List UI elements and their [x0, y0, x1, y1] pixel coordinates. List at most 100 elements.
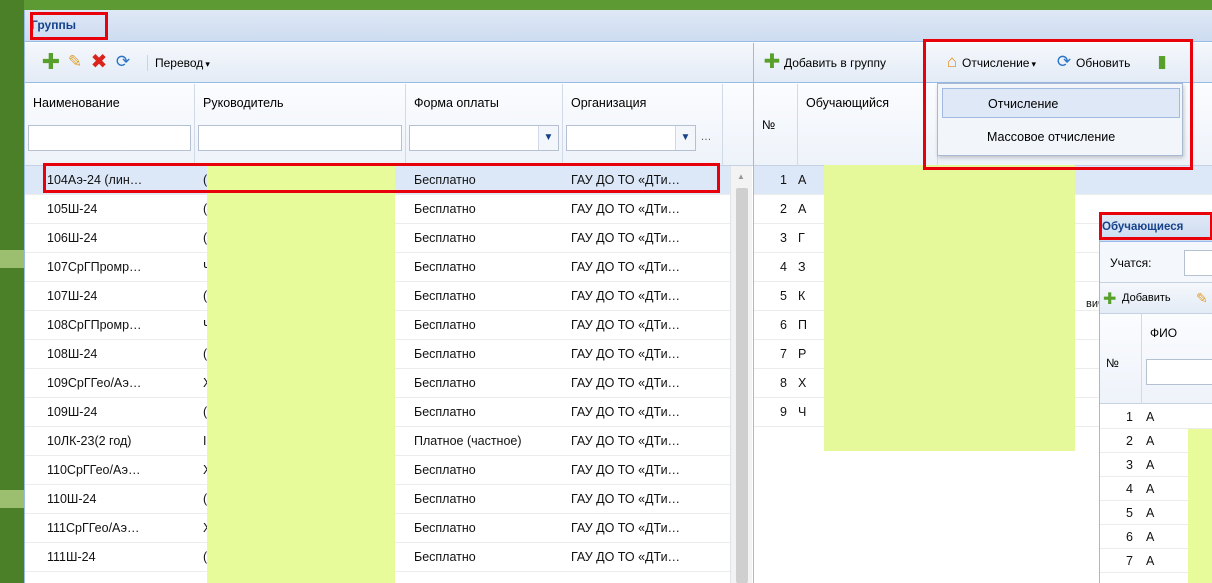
table-cell: Бесплатно [414, 463, 476, 477]
extra-icon[interactable]: ▮ [1152, 52, 1172, 72]
table-cell: 10ЛК-23(2 год) [47, 434, 132, 448]
menu-item-expel[interactable]: Отчисление [942, 88, 1180, 118]
expel-button[interactable]: Отчисление ▾ [962, 53, 1036, 73]
groups-toolbar: ✚ ✎ ✖ ⟳ Перевод ▾ [25, 43, 753, 83]
transfer-button[interactable]: Перевод ▾ [155, 53, 210, 73]
column-name[interactable]: Наименование [25, 84, 195, 166]
filter-name-input[interactable] [28, 125, 191, 151]
table-cell: ГАУ ДО ТО «ДТи… [571, 405, 681, 419]
table-cell: Бесплатно [414, 550, 476, 564]
filter-org-select[interactable]: ▼ [566, 125, 696, 151]
edit-pencil-icon[interactable]: ✎ [1196, 290, 1208, 307]
table-cell: ГАУ ДО ТО «ДТи… [571, 289, 681, 303]
row-number: 4 [1126, 482, 1133, 496]
chevron-down-icon[interactable]: ▼ [538, 126, 558, 150]
table-cell: Бесплатно [414, 492, 476, 506]
redacted-block [1188, 429, 1212, 583]
table-cell: Бесплатно [414, 521, 476, 535]
table-cell: Бесплатно [414, 260, 476, 274]
learners-toolbar: ✚ Добавить ✎ [1100, 282, 1212, 314]
table-cell: 109Ш-24 [47, 405, 98, 419]
row-number: 2 [780, 202, 787, 216]
table-cell: ГАУ ДО ТО «ДТи… [571, 492, 681, 506]
strip-band [0, 490, 24, 508]
groups-title: Группы [31, 18, 76, 32]
column-label: ФИО [1150, 326, 1178, 340]
learner-name: А [1146, 554, 1155, 568]
table-cell: 107СрГПромр… [47, 260, 142, 274]
chevron-down-icon[interactable]: ▼ [675, 126, 695, 150]
table-cell: 105Ш-24 [47, 202, 98, 216]
table-cell: Платное (частное) [414, 434, 522, 448]
learners-filter-bar: Учатся: [1100, 242, 1212, 282]
studying-label: Учатся: [1110, 256, 1152, 270]
table-cell: ГАУ ДО ТО «ДТи… [571, 260, 681, 274]
refresh-button[interactable]: Обновить [1076, 53, 1130, 73]
students-toolbar: ✚ Добавить в группу ⌂ Отчисление ▾ ⟳ Обно… [754, 43, 1212, 83]
strip-band [0, 250, 24, 268]
table-cell: 111СрГГео/Аэ… [47, 521, 140, 535]
table-cell: 108СрГПромр… [47, 318, 142, 332]
column-label: № [762, 118, 776, 132]
groups-scrollbar[interactable]: ▲ [730, 166, 752, 583]
learner-name: А [1146, 458, 1155, 472]
table-cell: 108Ш-24 [47, 347, 98, 361]
table-row[interactable]: 1А [1100, 405, 1212, 429]
row-number: 6 [1126, 530, 1133, 544]
table-cell: 107Ш-24 [47, 289, 98, 303]
column-num[interactable]: № [754, 84, 798, 166]
table-cell: ГАУ ДО ТО «ДТи… [571, 463, 681, 477]
table-cell: ГАУ ДО ТО «ДТи… [571, 434, 681, 448]
row-number: 8 [780, 376, 787, 390]
learners-title: Обучающиеся [1102, 221, 1184, 233]
left-strip [0, 0, 24, 583]
learners-titlebar: Обучающиеся [1100, 215, 1212, 242]
column-student[interactable]: Обучающийся [798, 84, 938, 166]
column-org[interactable]: Организация ▼ … [563, 84, 723, 166]
dropdown-arrow-icon: ▾ [205, 59, 210, 69]
add-to-group-button[interactable]: Добавить в группу [784, 53, 886, 73]
groups-titlebar: Группы [25, 10, 1212, 42]
table-cell: Бесплатно [414, 173, 476, 187]
learner-name: А [1146, 482, 1155, 496]
more-dots-icon[interactable]: … [697, 125, 715, 151]
filter-payment-select[interactable]: ▼ [409, 125, 559, 151]
expel-menu: Отчисление Массовое отчисление [937, 83, 1183, 156]
refresh-icon[interactable]: ⟳ [113, 52, 133, 72]
table-cell: ГАУ ДО ТО «ДТи… [571, 550, 681, 564]
scroll-thumb[interactable] [736, 188, 748, 583]
column-label: Руководитель [203, 96, 284, 110]
table-cell: ГАУ ДО ТО «ДТи… [571, 347, 681, 361]
learners-add-button[interactable]: Добавить [1122, 292, 1171, 304]
row-number: 1 [780, 173, 787, 187]
learners-grid-header: № ФИО [1100, 314, 1212, 404]
studying-select[interactable] [1184, 250, 1212, 276]
table-cell: Бесплатно [414, 318, 476, 332]
add-plus-icon[interactable]: ✚ [41, 51, 61, 73]
table-cell: Бесплатно [414, 231, 476, 245]
toolbar-separator [147, 55, 148, 71]
menu-item-mass-expel[interactable]: Массовое отчисление [942, 122, 1180, 152]
edit-pencil-icon[interactable]: ✎ [65, 52, 85, 72]
column-payment[interactable]: Форма оплаты ▼ [406, 84, 563, 166]
table-cell: 106Ш-24 [47, 231, 98, 245]
row-number: 3 [780, 231, 787, 245]
row-number: 1 [1126, 410, 1133, 424]
table-cell: ГАУ ДО ТО «ДТи… [571, 318, 681, 332]
delete-icon[interactable]: ✖ [89, 52, 109, 72]
filter-leader-input[interactable] [198, 125, 402, 151]
column-num[interactable]: № [1100, 314, 1142, 404]
table-cell: 111Ш-24 [47, 550, 96, 564]
learner-name: А [1146, 530, 1155, 544]
table-cell: ГАУ ДО ТО «ДТи… [571, 376, 681, 390]
learners-window: Обучающиеся Учатся: ✚ Добавить ✎ № ФИО 1… [1099, 214, 1212, 583]
scroll-up-icon[interactable]: ▲ [737, 172, 745, 181]
table-cell: Бесплатно [414, 289, 476, 303]
table-cell: Бесплатно [414, 202, 476, 216]
column-leader[interactable]: Руководитель [195, 84, 406, 166]
table-cell: 110Ш-24 [47, 492, 97, 506]
learner-name: А [1146, 410, 1155, 424]
filter-fio-input[interactable] [1146, 359, 1212, 385]
row-number: 5 [780, 289, 787, 303]
home-icon: ⌂ [946, 52, 958, 71]
